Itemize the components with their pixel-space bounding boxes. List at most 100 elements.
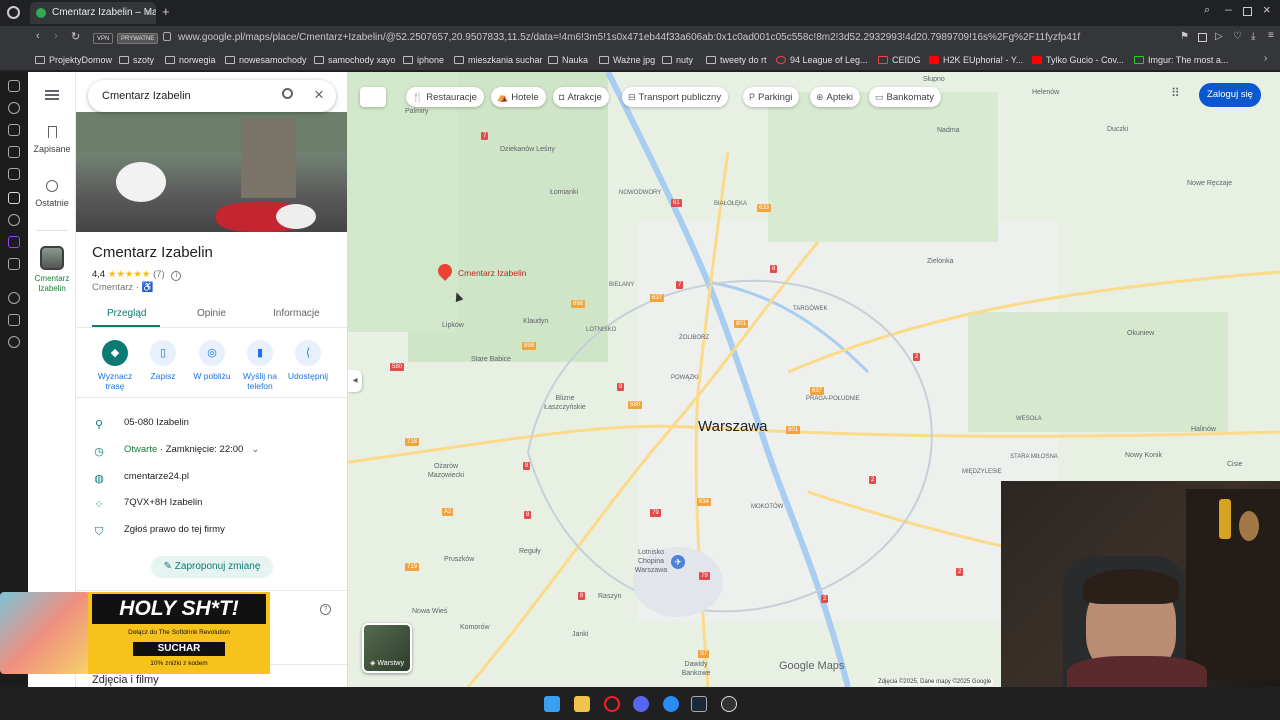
bookmark-item[interactable]: szoty (119, 53, 154, 68)
send-to-phone-button[interactable]: ▮ Wyślij na telefon (234, 340, 286, 391)
chip-atms[interactable]: ▭ Bankomaty (869, 87, 942, 107)
new-tab-button[interactable]: + (162, 4, 170, 19)
discord-icon[interactable] (633, 696, 649, 712)
bookmark-item[interactable]: Nauka (548, 53, 588, 68)
snapshot-icon[interactable] (1198, 33, 1207, 42)
bookmark-item[interactable]: 94 League of Leg... (776, 53, 868, 68)
chip-restaurants[interactable]: 🍴 Restauracje (406, 87, 484, 107)
steam-icon[interactable] (691, 696, 707, 712)
chip-hotels[interactable]: ⛺ Hotele (491, 87, 546, 107)
tab-reviews[interactable]: Opinie (197, 308, 226, 319)
address-row[interactable]: ⚲ 05-080 Izabelin (92, 413, 189, 433)
chevron-down-icon[interactable]: ⌄ (251, 444, 259, 455)
speed-dial-icon[interactable] (8, 80, 20, 92)
forest-area (348, 72, 458, 332)
forward-icon[interactable]: › (54, 30, 58, 42)
heart-icon[interactable]: ♡ (1233, 31, 1242, 42)
download-icon[interactable]: ⤓ (1251, 31, 1255, 42)
save-button[interactable]: ▯ Zapisz (137, 340, 189, 381)
messenger-icon[interactable] (663, 696, 679, 712)
hours-row[interactable]: ◷ Otwarte · Zamknięcie: 22:00 ⌄ (92, 440, 259, 460)
info-icon[interactable]: i (171, 271, 182, 281)
keyboard-icon[interactable] (360, 87, 386, 107)
chip-attractions[interactable]: ◘ Atrakcje (553, 87, 609, 107)
bookmark-item[interactable]: CEIDG (878, 53, 921, 68)
search-input[interactable] (102, 88, 272, 104)
messenger-icon[interactable] (8, 168, 20, 180)
bookmark-item[interactable]: H2K EUphoria! - Y... (929, 53, 1023, 68)
directions-button[interactable]: ◆ Wyznacz trasę (89, 340, 141, 391)
map-place-label: Komorów (460, 624, 490, 631)
start-windows-icon[interactable] (544, 696, 560, 712)
vpn-badge[interactable]: VPN (93, 33, 114, 44)
more-bookmarks-icon[interactable]: › (1264, 53, 1267, 64)
map-place-label: Słupno (923, 76, 945, 83)
menu-icon[interactable]: ≡ (1268, 30, 1274, 41)
bookmark-item[interactable]: nowesamochody (225, 53, 307, 68)
chip-transit[interactable]: ⊟ Transport publiczny (622, 87, 729, 107)
help-icon[interactable]: ? (320, 604, 331, 615)
recent-place-button[interactable]: Cmentarz Izabelin (28, 246, 76, 294)
sign-in-button[interactable]: Zaloguj się (1199, 83, 1261, 107)
map-place-label: BIAŁOŁĘKA (714, 201, 748, 207)
file-explorer-icon[interactable] (574, 696, 590, 712)
suggest-edit-button[interactable]: ✎ Zaproponuj zmianę (151, 556, 273, 578)
chip-parking[interactable]: P Parkingi (743, 87, 800, 107)
close-tab-icon[interactable]: × (145, 2, 151, 24)
bookmark-item[interactable]: Ważne jpg (599, 53, 655, 68)
share-button[interactable]: ⟨ Udostępnij (282, 340, 334, 381)
aria-icon[interactable] (8, 102, 20, 114)
review-count[interactable]: (7) (153, 269, 165, 280)
bookmark-item[interactable]: Tylko Gucio - Cov... (1032, 53, 1124, 68)
website-row[interactable]: ◍ cmentarze24.pl (92, 467, 189, 487)
history-icon[interactable] (8, 292, 20, 304)
browser-tab[interactable]: Cmentarz Izabelin – Mapy× (30, 2, 156, 24)
plus-code-row[interactable]: ⁘ 7QVX+8H Izabelin (92, 493, 202, 513)
bookmark-item[interactable]: norwegia (165, 53, 216, 68)
settings-icon[interactable] (8, 336, 20, 348)
tab-overview[interactable]: Przegląd (107, 308, 146, 319)
layers-button[interactable]: ◈ Warstwy (362, 623, 412, 673)
extensions-icon[interactable] (8, 314, 20, 326)
maximize-window-button[interactable] (1243, 7, 1252, 16)
reload-icon[interactable]: ↻ (71, 30, 80, 43)
tab-about[interactable]: Informacje (273, 308, 320, 319)
obs-icon[interactable] (721, 696, 737, 712)
nearby-button[interactable]: ◎ W pobliżu (186, 340, 238, 381)
apps-grid-icon[interactable]: ⠿ (1171, 86, 1180, 100)
collapse-panel-button[interactable]: ◂ (348, 370, 362, 392)
search-tabs-icon[interactable]: ⌕ (1204, 4, 1210, 17)
bookmark-page-icon[interactable]: ⚑ (1180, 31, 1189, 42)
place-photo[interactable] (76, 112, 347, 232)
road-shield: 8 (523, 462, 531, 470)
site-lock-icon[interactable] (163, 32, 171, 41)
arrow-icon[interactable] (8, 192, 20, 204)
news-icon[interactable] (8, 146, 20, 158)
chatgpt-icon[interactable] (8, 214, 20, 226)
saved-button[interactable]: Zapisane (28, 126, 76, 154)
player-icon[interactable]: ▷ (1215, 31, 1223, 42)
url-field[interactable]: www.google.pl/maps/place/Cmentarz+Izabel… (178, 30, 1080, 46)
back-icon[interactable]: ‹ (36, 30, 40, 42)
bookmark-item[interactable]: Imgur: The most a... (1134, 53, 1228, 68)
bookmark-item[interactable]: ProjektyDomow (35, 53, 112, 68)
search-icon[interactable] (282, 88, 293, 99)
claim-row[interactable]: ⛉ Zgłoś prawo do tej firmy (92, 520, 225, 540)
chip-pharmacies[interactable]: ⊕ Apteki (810, 87, 860, 107)
bookmark-item[interactable]: samochody xayo (314, 53, 396, 68)
clear-search-icon[interactable]: × (314, 85, 324, 105)
close-window-button[interactable]: × (1263, 2, 1271, 17)
bookmark-item[interactable]: tweety do rt (706, 53, 767, 68)
recent-button[interactable]: Ostatnie (28, 180, 76, 208)
workspace-icon[interactable] (8, 124, 20, 136)
bookmark-item[interactable]: mieszkania suchar (454, 53, 543, 68)
pin-label[interactable]: Cmentarz Izabelin (458, 268, 527, 278)
opera-logo-icon[interactable] (7, 6, 20, 19)
category-label[interactable]: Cmentarz (92, 282, 133, 293)
bookmark-item[interactable]: nuty (662, 53, 693, 68)
x-twitter-icon[interactable] (8, 258, 20, 270)
minimize-window-button[interactable]: – (1225, 2, 1232, 16)
twitch-icon[interactable] (8, 236, 20, 248)
opera-browser-icon[interactable] (604, 696, 620, 712)
bookmark-item[interactable]: iphone (403, 53, 444, 68)
